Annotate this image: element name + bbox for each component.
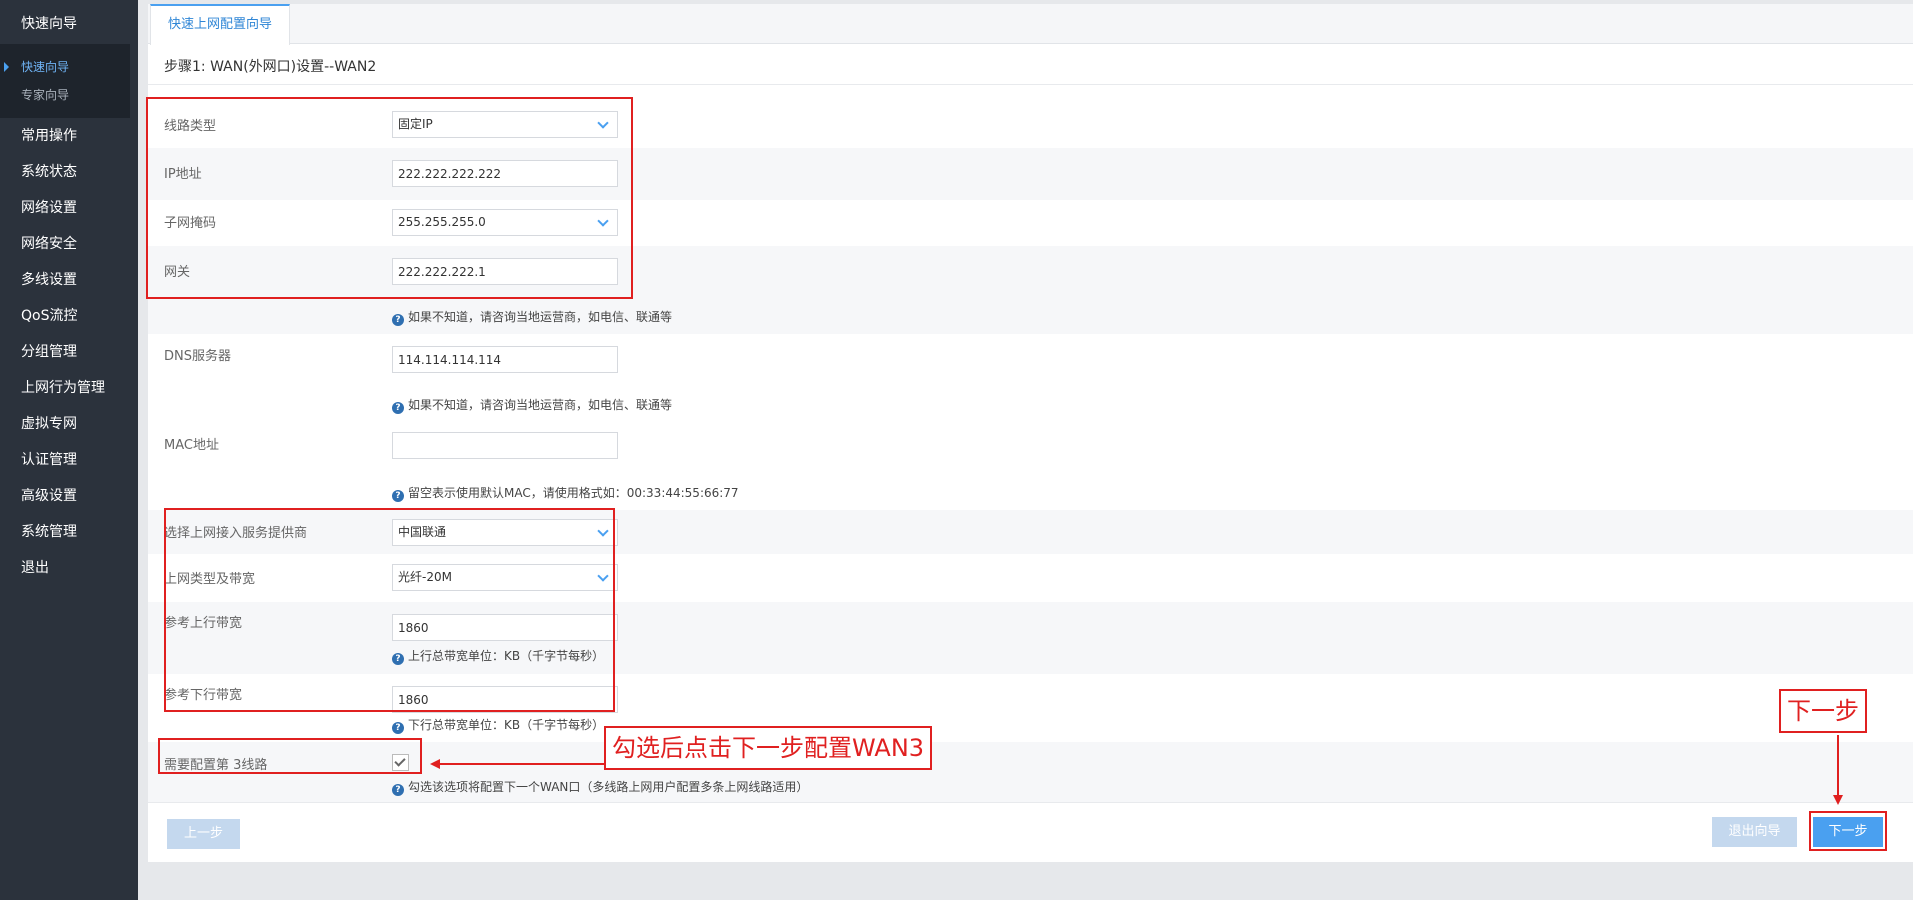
annotation-arrow-line (1837, 735, 1839, 795)
sidebar-item-qos[interactable]: QoS流控 (0, 298, 138, 334)
help-icon: ? (392, 490, 404, 502)
active-marker-icon (4, 62, 9, 72)
annotation-box-bandwidth-fields (164, 508, 615, 712)
help-icon: ? (392, 314, 404, 326)
sidebar-subitem-expert-wizard[interactable]: 专家向导 (0, 82, 130, 108)
dns-hint: ? 如果不知道，请咨询当地运营商，如电信、联通等 (392, 396, 672, 414)
third-line-hint-text: 勾选该选项将配置下一个WAN口（多线路上网用户配置多条上网线路适用） (408, 780, 809, 794)
form-row-mac: MAC地址 ? 留空表示使用默认MAC，请使用格式如：00:33:44:55:66… (148, 420, 1913, 510)
annotation-arrow-line (440, 763, 604, 765)
sidebar-submenu: 快速向导 专家向导 (0, 44, 130, 118)
dns-label: DNS服务器 (164, 349, 231, 364)
sidebar-subitem-label: 专家向导 (21, 88, 70, 102)
sidebar-item-vpn[interactable]: 虚拟专网 (0, 406, 138, 442)
mac-label: MAC地址 (164, 438, 219, 453)
arrow-down-icon (1833, 795, 1843, 805)
help-icon: ? (392, 784, 404, 796)
mac-hint: ? 留空表示使用默认MAC，请使用格式如：00:33:44:55:66:77 (392, 484, 739, 502)
tab-bar: 快速上网配置向导 (148, 4, 1913, 45)
third-line-hint: ? 勾选该选项将配置下一个WAN口（多线路上网用户配置多条上网线路适用） (392, 778, 808, 796)
sidebar: 快速向导 快速向导 专家向导 常用操作 系统状态 网络设置 网络安全 多线设置 … (0, 0, 138, 900)
dns-input[interactable] (392, 346, 618, 373)
down-bandwidth-hint: ? 下行总带宽单位：KB（千字节每秒） (392, 716, 604, 734)
mac-hint-text: 留空表示使用默认MAC，请使用格式如：00:33:44:55:66:77 (408, 486, 739, 500)
arrow-left-icon (430, 759, 440, 769)
down-bandwidth-hint-text: 下行总带宽单位：KB（千字节每秒） (408, 718, 605, 732)
help-icon: ? (392, 402, 404, 414)
step-title: 步骤1: WAN(外网口)设置--WAN2 (164, 59, 377, 75)
sidebar-subitem-quick-wizard[interactable]: 快速向导 (0, 54, 130, 80)
sidebar-item-network[interactable]: 网络设置 (0, 190, 138, 226)
sidebar-item-exit[interactable]: 退出 (0, 550, 138, 586)
annotation-checkbox-note: 勾选后点击下一步配置WAN3 (604, 726, 933, 770)
sidebar-item-behavior[interactable]: 上网行为管理 (0, 370, 138, 406)
sidebar-item-security[interactable]: 网络安全 (0, 226, 138, 262)
annotation-box-next-button (1809, 811, 1887, 851)
tab-quick-wizard[interactable]: 快速上网配置向导 (150, 4, 290, 45)
exit-wizard-button[interactable]: 退出向导 (1712, 817, 1797, 847)
sidebar-item-quick-wizard-group[interactable]: 快速向导 (0, 6, 138, 42)
annotation-box-wan-fields (146, 97, 633, 299)
sidebar-item-groups[interactable]: 分组管理 (0, 334, 138, 370)
dns-hint-text: 如果不知道，请咨询当地运营商，如电信、联通等 (408, 398, 673, 412)
sidebar-item-common[interactable]: 常用操作 (0, 118, 138, 154)
sidebar-item-system[interactable]: 系统管理 (0, 514, 138, 550)
mac-input[interactable] (392, 432, 618, 459)
sidebar-item-auth[interactable]: 认证管理 (0, 442, 138, 478)
gateway-hint: ? 如果不知道，请咨询当地运营商，如电信、联通等 (392, 308, 672, 326)
form-row-dns: DNS服务器 ? 如果不知道，请咨询当地运营商，如电信、联通等 (148, 334, 1913, 420)
sidebar-item-multiline[interactable]: 多线设置 (0, 262, 138, 298)
sidebar-item-status[interactable]: 系统状态 (0, 154, 138, 190)
divider (148, 802, 1913, 803)
divider (148, 84, 1913, 85)
sidebar-subitem-label: 快速向导 (21, 60, 70, 74)
help-icon: ? (392, 722, 404, 734)
gateway-hint-text: 如果不知道，请咨询当地运营商，如电信、联通等 (408, 310, 673, 324)
annotation-box-third-line (158, 738, 422, 774)
prev-button[interactable]: 上一步 (167, 819, 240, 849)
annotation-next-note: 下一步 (1779, 689, 1867, 733)
sidebar-item-advanced[interactable]: 高级设置 (0, 478, 138, 514)
